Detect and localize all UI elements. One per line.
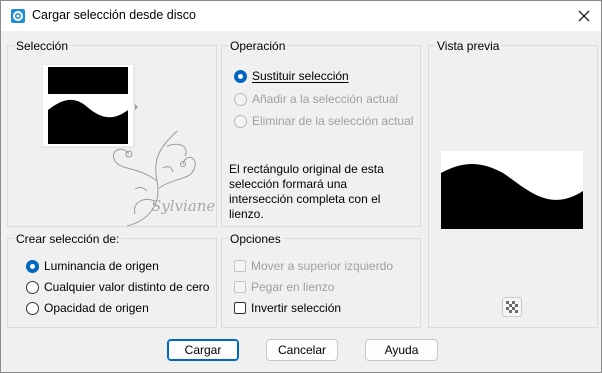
radio-button[interactable] — [26, 280, 39, 294]
app-logo-icon — [11, 9, 25, 23]
radio-eliminar-seleccion[interactable]: Eliminar de la selección actual — [234, 113, 413, 129]
checkbox[interactable] — [234, 302, 246, 314]
radio-anadir-seleccion[interactable]: Añadir a la selección actual — [234, 91, 398, 107]
radio-label: Cualquier valor distinto de cero — [44, 280, 210, 294]
cargar-button[interactable]: Cargar — [167, 339, 239, 361]
vista-previa-title: Vista previa — [435, 39, 502, 53]
radio-opacidad-origen[interactable]: Opacidad de origen — [26, 300, 149, 316]
opciones-title: Opciones — [228, 232, 283, 246]
radio-button-selected[interactable] — [234, 69, 247, 83]
checkbox[interactable] — [234, 260, 246, 272]
checkbox[interactable] — [234, 281, 246, 293]
ayuda-button[interactable]: Ayuda — [365, 339, 438, 361]
radio-label: Eliminar de la selección actual — [252, 114, 414, 128]
title-bar: Cargar selección desde disco — [1, 1, 601, 31]
seleccion-title: Selección — [14, 39, 71, 53]
checkbox-pegar-lienzo[interactable]: Pegar en lienzo — [234, 279, 334, 295]
radio-label: Opacidad de origen — [44, 301, 149, 315]
checkbox-mover-superior-izquierdo[interactable]: Mover a superior izquierdo — [234, 258, 393, 274]
info-text: El rectángulo original de esta selección… — [229, 162, 384, 221]
crear-title: Crear selección de: — [14, 232, 122, 246]
radio-label: Añadir a la selección actual — [252, 92, 399, 106]
transparency-checker-icon[interactable] — [502, 297, 522, 317]
radio-button[interactable] — [234, 114, 247, 128]
radio-label: Luminancia de origen — [44, 259, 159, 273]
close-icon[interactable] — [575, 7, 593, 25]
radio-button[interactable] — [234, 92, 247, 106]
radio-sustituir-seleccion[interactable]: Sustituir selección — [234, 68, 349, 84]
radio-button-selected[interactable] — [26, 259, 39, 273]
window-title: Cargar selección desde disco — [32, 8, 196, 22]
radio-valor-distinto-cero[interactable]: Cualquier valor distinto de cero — [26, 279, 209, 295]
watermark-text: Sylviane — [151, 197, 216, 215]
radio-luminancia-origen[interactable]: Luminancia de origen — [26, 258, 159, 274]
operacion-title: Operación — [228, 39, 288, 53]
checkbox-invertir-seleccion[interactable]: Invertir selección — [234, 300, 341, 316]
radio-button[interactable] — [26, 301, 39, 315]
checkbox-label: Invertir selección — [251, 301, 342, 315]
radio-label: Sustituir selección — [252, 69, 349, 83]
watermark-flourish — [113, 130, 196, 227]
checkbox-label: Pegar en lienzo — [251, 280, 335, 294]
cancelar-button[interactable]: Cancelar — [266, 339, 338, 361]
preview-image — [441, 151, 583, 229]
dialog-window: Cargar selección desde disco Selección S… — [0, 0, 602, 373]
checkbox-label: Mover a superior izquierdo — [251, 259, 394, 273]
